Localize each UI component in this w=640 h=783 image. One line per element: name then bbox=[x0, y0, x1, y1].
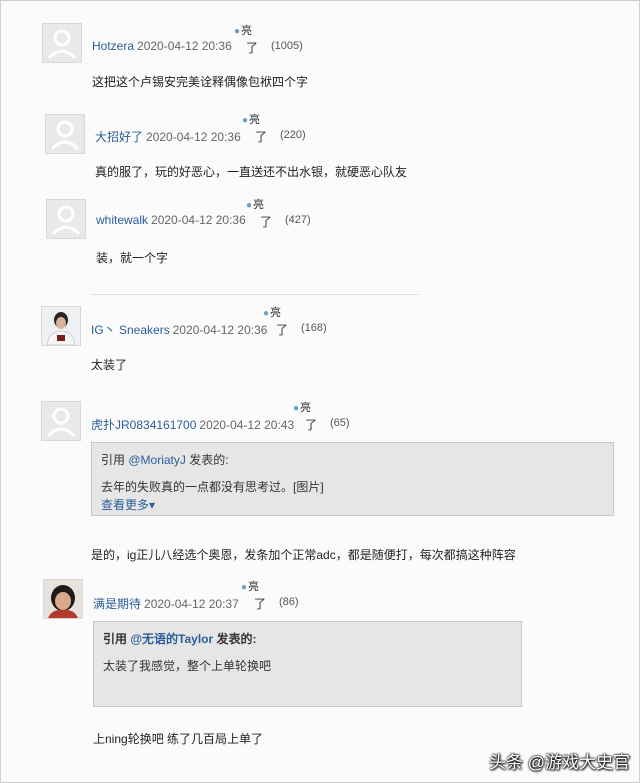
comment-text: 装，就一个字 bbox=[96, 251, 169, 265]
lightbulb-icon: ● bbox=[293, 403, 300, 414]
username-link[interactable]: 虎扑JR0834161700 bbox=[91, 418, 196, 432]
light-button[interactable]: ●亮 bbox=[293, 399, 311, 415]
comment-text: 上ning轮换吧 练了几百局上单了 bbox=[93, 732, 264, 746]
username-link[interactable]: 满是期待 bbox=[93, 597, 141, 611]
quote-header: 引用 @无语的Taylor 发表的: bbox=[103, 632, 257, 646]
light-button[interactable]: ●亮 bbox=[242, 111, 260, 127]
view-more-link[interactable]: 查看更多▾ bbox=[101, 496, 155, 513]
light-button[interactable]: ●亮 bbox=[241, 578, 259, 594]
light-label: 了 bbox=[260, 215, 273, 229]
lightbulb-icon: ● bbox=[242, 115, 249, 126]
comment-text: 是的，ig正儿八经选个奥恩，发条加个正常adc，都是随便打，每次都搞这种阵容 bbox=[91, 548, 516, 562]
light-label: 了 bbox=[254, 597, 267, 611]
watermark: 头条 @游戏大史官 bbox=[489, 753, 630, 772]
quoted-username-link[interactable]: @无语的Taylor bbox=[130, 632, 213, 646]
comment-meta: Hotzera 2020-04-12 20:36 bbox=[92, 39, 232, 53]
comment-meta: whitewalk 2020-04-12 20:36 bbox=[96, 213, 246, 227]
quote-content: 去年的失败真的一点都没有思考过。[图片] bbox=[101, 480, 324, 494]
avatar[interactable] bbox=[45, 114, 85, 154]
comment-meta: 虎扑JR0834161700 2020-04-12 20:43 bbox=[91, 416, 294, 433]
light-count: (1005) bbox=[271, 40, 303, 52]
light-label: 了 bbox=[305, 418, 318, 432]
light-button[interactable]: ●亮 bbox=[263, 304, 281, 320]
username-link[interactable]: whitewalk bbox=[96, 213, 148, 227]
light-count: (220) bbox=[280, 129, 306, 141]
comment-meta: 大招好了 2020-04-12 20:36 bbox=[95, 128, 241, 145]
lightbulb-icon: ● bbox=[246, 200, 253, 211]
comment-text: 太装了 bbox=[91, 358, 128, 372]
avatar[interactable] bbox=[43, 579, 83, 619]
avatar[interactable] bbox=[41, 306, 81, 346]
light-label: 了 bbox=[246, 41, 259, 55]
quoted-username-link[interactable]: @MoriatyJ bbox=[128, 453, 186, 467]
timestamp: 2020-04-12 20:36 bbox=[137, 39, 232, 53]
light-count: (86) bbox=[279, 596, 299, 608]
username-link[interactable]: 大招好了 bbox=[95, 130, 143, 144]
timestamp: 2020-04-12 20:36 bbox=[151, 213, 246, 227]
timestamp: 2020-04-12 20:36 bbox=[146, 130, 241, 144]
avatar[interactable] bbox=[46, 199, 86, 239]
avatar[interactable] bbox=[42, 23, 82, 63]
comment-meta: 满是期待 2020-04-12 20:37 bbox=[93, 595, 239, 612]
quote-header: 引用 @MoriatyJ 发表的: bbox=[101, 453, 229, 467]
comment-thread: Hotzera 2020-04-12 20:36 ●亮 了 (1005) 这把这个… bbox=[0, 0, 640, 783]
light-button[interactable]: ●亮 bbox=[246, 196, 264, 212]
comment-text: 这把这个卢锡安完美诠释偶像包袱四个字 bbox=[92, 75, 309, 89]
light-label: 了 bbox=[276, 323, 289, 337]
username-link[interactable]: Hotzera bbox=[92, 39, 134, 53]
quote-block: 引用 @无语的Taylor 发表的: 太装了我感觉，整个上单轮换吧 bbox=[93, 621, 522, 707]
quote-content: 太装了我感觉，整个上单轮换吧 bbox=[103, 659, 272, 673]
avatar[interactable] bbox=[41, 401, 81, 441]
divider bbox=[91, 294, 419, 295]
lightbulb-icon: ● bbox=[241, 582, 248, 593]
lightbulb-icon: ● bbox=[234, 26, 241, 37]
username-link[interactable]: IG丶 Sneakers bbox=[91, 323, 170, 337]
light-button[interactable]: ●亮 bbox=[234, 22, 252, 38]
comment-text: 真的服了，玩的好恶心，一直送还不出水银，就硬恶心队友 bbox=[95, 165, 408, 179]
quote-block: 引用 @MoriatyJ 发表的: 去年的失败真的一点都没有思考过。[图片] 查… bbox=[91, 442, 614, 516]
lightbulb-icon: ● bbox=[263, 308, 270, 319]
light-count: (168) bbox=[301, 322, 327, 334]
timestamp: 2020-04-12 20:36 bbox=[172, 323, 268, 337]
light-count: (427) bbox=[285, 214, 311, 226]
light-count: (65) bbox=[330, 417, 350, 429]
light-label: 了 bbox=[255, 130, 268, 144]
timestamp: 2020-04-12 20:43 bbox=[199, 418, 295, 432]
timestamp: 2020-04-12 20:37 bbox=[144, 597, 239, 611]
comment-meta: IG丶 Sneakers 2020-04-12 20:36 bbox=[91, 321, 267, 338]
